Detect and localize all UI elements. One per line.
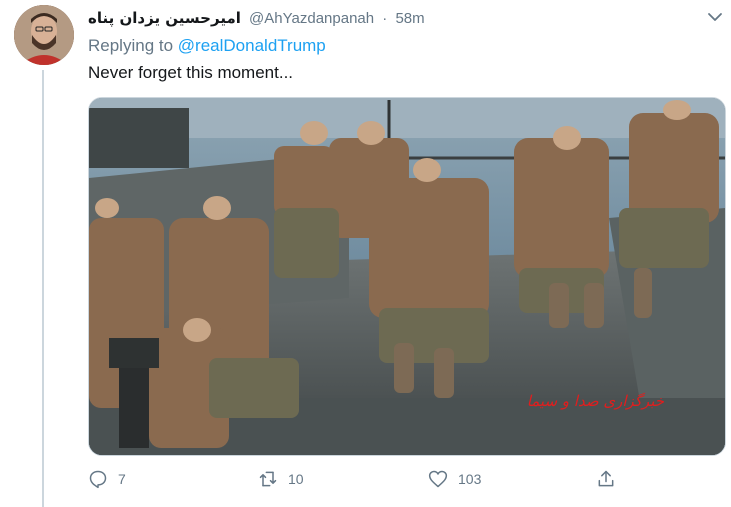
retweet-icon bbox=[259, 471, 277, 487]
chevron-down-icon[interactable] bbox=[706, 8, 724, 26]
thread-line bbox=[42, 70, 44, 507]
share-button[interactable] bbox=[596, 469, 626, 489]
like-button[interactable]: 103 bbox=[428, 469, 481, 489]
like-count: 103 bbox=[458, 471, 482, 487]
tweet-actions: 7 10 103 bbox=[88, 469, 648, 495]
reply-mention-link[interactable]: @realDonaldTrump bbox=[178, 36, 326, 55]
separator-dot: · bbox=[382, 10, 388, 27]
share-icon bbox=[598, 470, 614, 487]
retweet-count: 10 bbox=[288, 471, 304, 487]
retweet-button[interactable]: 10 bbox=[258, 469, 304, 489]
tweet-header: امیرحسین یزدان پناه @AhYazdanpanah · 58m bbox=[88, 8, 425, 29]
avatar[interactable] bbox=[14, 5, 74, 65]
photo-watermark: خبرگزاری صدا و سیما bbox=[527, 392, 665, 410]
heart-icon bbox=[428, 470, 448, 488]
author-name[interactable]: امیرحسین یزدان پناه bbox=[88, 9, 241, 27]
reply-icon bbox=[89, 470, 107, 489]
author-handle[interactable]: @AhYazdanpanah bbox=[249, 10, 374, 27]
reply-button[interactable]: 7 bbox=[88, 469, 126, 489]
tweet-text: Never forget this moment... bbox=[88, 63, 294, 82]
tweet-time[interactable]: 58m bbox=[395, 10, 424, 27]
reply-context: Replying to @realDonaldTrump bbox=[88, 36, 326, 56]
reply-count: 7 bbox=[118, 471, 126, 487]
reply-prefix: Replying to bbox=[88, 36, 174, 55]
tweet-photo[interactable]: خبرگزاری صدا و سیما bbox=[88, 97, 726, 456]
